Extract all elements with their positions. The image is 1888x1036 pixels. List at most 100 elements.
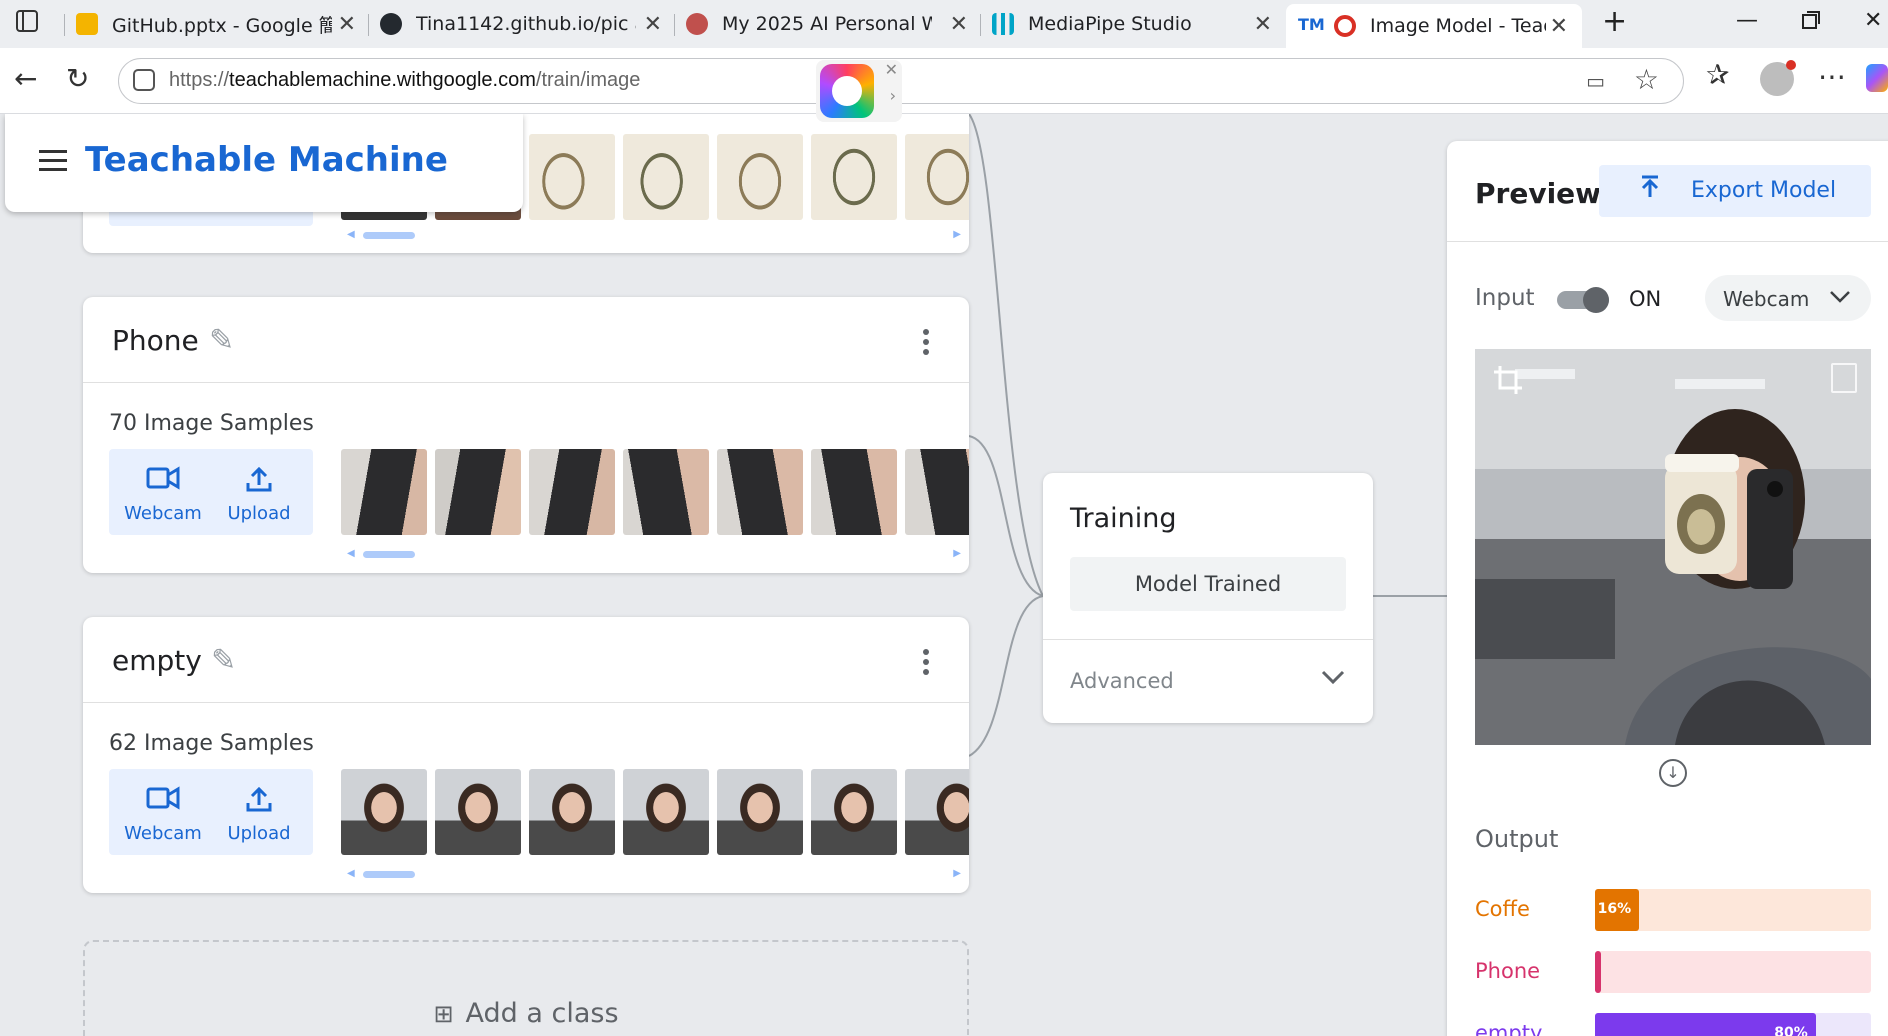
close-icon[interactable]: ✕ bbox=[644, 12, 662, 37]
more-options-icon[interactable] bbox=[923, 649, 929, 679]
scroll-left-icon[interactable]: ◀ bbox=[347, 548, 355, 559]
output-class-name: Coffe bbox=[1475, 897, 1530, 921]
sample-thumbnail[interactable] bbox=[623, 769, 709, 855]
add-class-button[interactable]: ⊞ Add a class bbox=[83, 940, 969, 1036]
sample-thumbnail[interactable] bbox=[811, 769, 897, 855]
webcam-button[interactable]: Webcam bbox=[109, 449, 217, 535]
url-path: /train/image bbox=[535, 69, 641, 91]
thumbnail-scrollbar[interactable]: ◀ ▶ bbox=[341, 547, 961, 559]
browser-tabbar: GitHub.pptx - Google 簡報 ✕ Tina1142.githu… bbox=[0, 0, 1888, 48]
sample-thumbnail[interactable] bbox=[717, 769, 803, 855]
extension-app-icon[interactable] bbox=[820, 64, 874, 118]
sample-thumbnail[interactable] bbox=[811, 449, 897, 535]
tab-personal-website[interactable]: My 2025 AI Personal Websi ✕ bbox=[686, 6, 968, 42]
class-name[interactable]: Phone bbox=[112, 324, 199, 357]
sample-thumbnail[interactable] bbox=[717, 449, 803, 535]
training-title: Training bbox=[1070, 503, 1177, 534]
favorite-star-icon[interactable]: ☆ bbox=[1634, 63, 1659, 96]
profile-avatar[interactable] bbox=[1760, 60, 1796, 96]
tab-title: GitHub.pptx - Google 簡報 bbox=[112, 14, 332, 37]
export-model-button[interactable]: Export Model bbox=[1599, 165, 1871, 217]
upload-label: Upload bbox=[227, 823, 291, 844]
mediapipe-icon bbox=[992, 13, 1014, 35]
input-source-select[interactable]: Webcam bbox=[1705, 275, 1871, 321]
tab-teachable-machine[interactable]: TM Image Model - Teacha ✕ bbox=[1286, 4, 1582, 48]
sample-thumbnail[interactable] bbox=[435, 449, 521, 535]
tab-title: MediaPipe Studio bbox=[1028, 13, 1192, 35]
avatar-icon bbox=[686, 13, 708, 35]
minimize-icon[interactable]: — bbox=[1736, 8, 1758, 33]
sample-thumbnail[interactable] bbox=[905, 769, 969, 855]
close-icon[interactable]: ✕ bbox=[338, 12, 356, 37]
restore-icon[interactable] bbox=[1802, 10, 1820, 35]
scroll-right-icon[interactable]: ▶ bbox=[953, 868, 961, 879]
sample-thumbnail[interactable] bbox=[341, 449, 427, 535]
sample-thumbnail[interactable] bbox=[529, 449, 615, 535]
edit-pencil-icon[interactable]: ✎ bbox=[209, 323, 234, 358]
more-icon[interactable]: ⋯ bbox=[1818, 60, 1846, 93]
refresh-icon[interactable]: ↻ bbox=[66, 62, 89, 95]
camera-icon[interactable]: ▭ bbox=[1586, 69, 1605, 93]
sample-thumbnail[interactable] bbox=[811, 134, 897, 220]
class-name[interactable]: empty bbox=[112, 644, 202, 677]
tab-mediapipe[interactable]: MediaPipe Studio ✕ bbox=[992, 6, 1272, 42]
tab-actions-icon[interactable] bbox=[16, 10, 38, 38]
input-toggle[interactable] bbox=[1557, 287, 1609, 313]
webcam-button[interactable]: Webcam bbox=[109, 769, 217, 855]
upload-button[interactable]: Upload bbox=[205, 769, 313, 855]
tab-github[interactable]: Tina1142.github.io/pic at m ✕ bbox=[380, 6, 662, 42]
copilot-icon[interactable] bbox=[1866, 64, 1888, 92]
crop-icon[interactable] bbox=[1493, 365, 1523, 403]
scroll-right-icon[interactable]: ▶ bbox=[953, 229, 961, 240]
sample-thumbnail[interactable] bbox=[529, 134, 615, 220]
class-card-header: empty ✎ bbox=[83, 617, 969, 703]
scroll-thumb[interactable] bbox=[363, 551, 415, 558]
divider bbox=[1043, 639, 1373, 640]
extension-popup[interactable]: ✕ › bbox=[816, 60, 902, 122]
hamburger-menu-icon[interactable] bbox=[39, 150, 67, 172]
training-card: Training Model Trained Advanced bbox=[1043, 473, 1373, 723]
chevron-right-icon[interactable]: › bbox=[890, 86, 896, 105]
arrow-down-icon[interactable]: ↓ bbox=[1659, 759, 1687, 787]
tab-slides[interactable]: GitHub.pptx - Google 簡報 ✕ bbox=[76, 6, 356, 42]
confidence-label: 80% bbox=[1774, 1025, 1808, 1036]
scroll-thumb[interactable] bbox=[363, 232, 415, 239]
app-logo-title[interactable]: Teachable Machine bbox=[85, 140, 448, 180]
thumbnail-scrollbar[interactable]: ◀ ▶ bbox=[341, 228, 961, 240]
flip-icon[interactable] bbox=[1831, 363, 1857, 393]
sample-thumbnail[interactable] bbox=[905, 449, 969, 535]
model-trained-button[interactable]: Model Trained bbox=[1070, 557, 1346, 611]
class-card-header: Phone ✎ bbox=[83, 297, 969, 383]
sample-thumbnail[interactable] bbox=[623, 134, 709, 220]
sample-thumbnail[interactable] bbox=[341, 769, 427, 855]
back-icon[interactable]: ← bbox=[14, 62, 37, 95]
scroll-left-icon[interactable]: ◀ bbox=[347, 868, 355, 879]
scroll-left-icon[interactable]: ◀ bbox=[347, 229, 355, 240]
thumbnail-scrollbar[interactable]: ◀ ▶ bbox=[341, 867, 961, 879]
new-tab-icon[interactable]: + bbox=[1602, 4, 1627, 39]
confidence-fill bbox=[1595, 951, 1601, 993]
chevron-down-icon[interactable] bbox=[1321, 663, 1345, 691]
scroll-thumb[interactable] bbox=[363, 871, 415, 878]
upload-button[interactable]: Upload bbox=[205, 449, 313, 535]
close-window-icon[interactable]: ✕ bbox=[1864, 8, 1882, 33]
sample-count: 62 Image Samples bbox=[109, 731, 314, 756]
close-icon[interactable]: ✕ bbox=[1254, 12, 1272, 37]
sample-thumbnail[interactable] bbox=[529, 769, 615, 855]
output-label: Output bbox=[1475, 825, 1559, 853]
favorites-icon[interactable]: ✰ bbox=[1706, 58, 1729, 91]
github-icon bbox=[380, 13, 402, 35]
close-icon[interactable]: ✕ bbox=[885, 60, 898, 79]
scroll-right-icon[interactable]: ▶ bbox=[953, 548, 961, 559]
sample-thumbnail[interactable] bbox=[717, 134, 803, 220]
close-icon[interactable]: ✕ bbox=[1550, 14, 1568, 39]
teachable-machine-page: ◀ ▶ Teachable Machine Phone ✎ 70 Image S… bbox=[0, 114, 1888, 1036]
sample-thumbnail[interactable] bbox=[623, 449, 709, 535]
advanced-toggle[interactable]: Advanced bbox=[1070, 669, 1174, 693]
edit-pencil-icon[interactable]: ✎ bbox=[211, 643, 236, 678]
class-card-phone: Phone ✎ 70 Image Samples Webcam Upload ◀… bbox=[83, 297, 969, 573]
more-options-icon[interactable] bbox=[923, 329, 929, 359]
close-icon[interactable]: ✕ bbox=[950, 12, 968, 37]
sample-thumbnail[interactable] bbox=[905, 134, 969, 220]
sample-thumbnail[interactable] bbox=[435, 769, 521, 855]
